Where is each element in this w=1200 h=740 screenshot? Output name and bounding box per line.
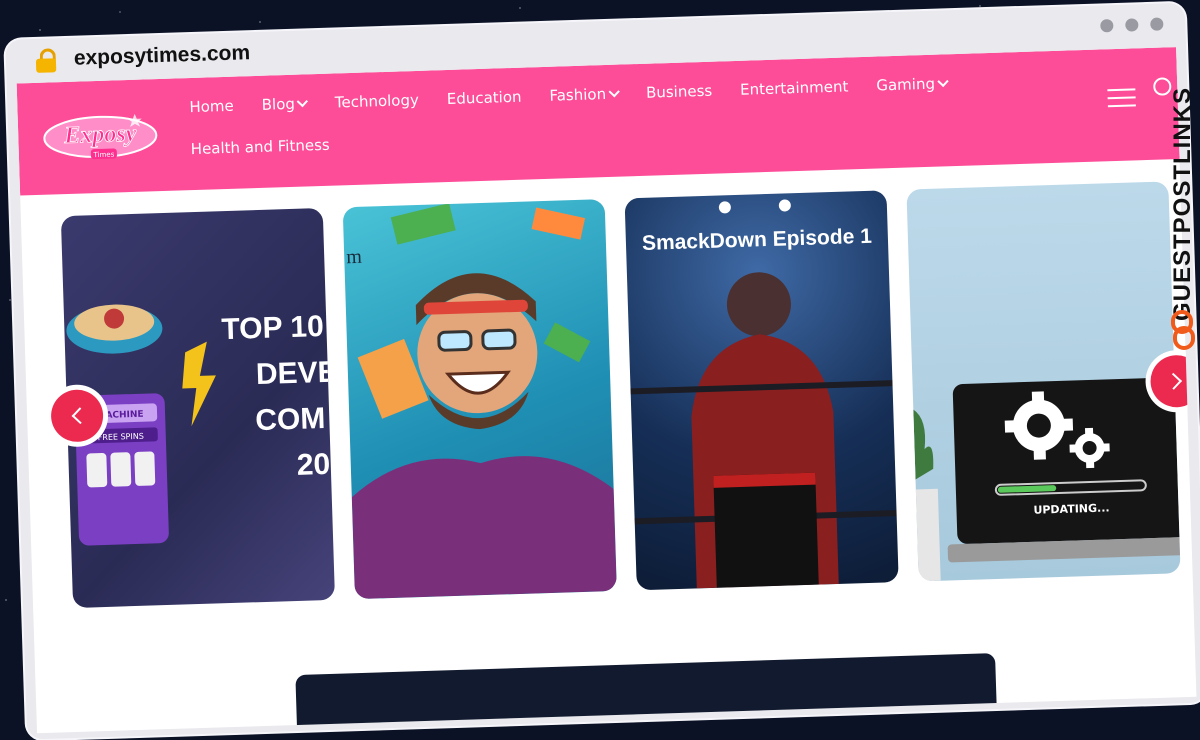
machine-label: MACHINE xyxy=(96,410,143,421)
page-viewport: Exposy Times Home Blog Technology Educat… xyxy=(16,47,1197,734)
window-dot-icon[interactable] xyxy=(1125,18,1139,32)
nav-gaming[interactable]: Gaming xyxy=(876,74,949,95)
machine-sub-label: FREE SPINS xyxy=(98,432,144,442)
nav-technology[interactable]: Technology xyxy=(335,91,420,112)
next-section-preview xyxy=(295,653,997,734)
chevron-down-icon xyxy=(297,95,309,108)
nav-label: Business xyxy=(645,81,713,102)
logo-subtext: Times xyxy=(92,150,114,159)
lock-icon xyxy=(35,48,57,73)
slide-card-updating[interactable]: UPDATING... xyxy=(906,181,1181,582)
chevron-down-icon xyxy=(608,86,620,98)
nav-business[interactable]: Business xyxy=(646,82,713,102)
post-slider: MACHINE FREE SPINS TOP 10 DEVE COM 20 m xyxy=(20,169,1197,625)
nav-blog[interactable]: Blog xyxy=(261,94,309,114)
nav-label: Blog xyxy=(261,94,296,114)
slide-partial-text: m xyxy=(346,246,363,268)
slide-title: SmackDown Episode 1 xyxy=(642,225,873,255)
watermark-text: GUESTPOSTLINKS xyxy=(1169,86,1196,322)
nav-label: Fashion xyxy=(549,85,607,105)
hamburger-icon[interactable] xyxy=(1107,82,1136,113)
window-dot-icon[interactable] xyxy=(1100,19,1114,33)
site-logo[interactable]: Exposy Times xyxy=(40,109,162,165)
nav-entertainment[interactable]: Entertainment xyxy=(740,77,849,98)
nav-label: Health and Fitness xyxy=(190,135,330,159)
chevron-left-icon xyxy=(71,407,89,425)
nav-health-and-fitness[interactable]: Health and Fitness xyxy=(190,136,329,158)
progress-label: UPDATING... xyxy=(1033,501,1110,516)
main-navigation: Home Blog Technology Education Fashion B… xyxy=(189,74,951,158)
nav-education[interactable]: Education xyxy=(447,88,522,108)
chevron-down-icon xyxy=(937,75,949,88)
chevron-right-icon xyxy=(1165,372,1183,390)
nav-home[interactable]: Home xyxy=(189,97,234,116)
window-dot-icon[interactable] xyxy=(1150,17,1164,31)
slide-card-money[interactable]: m xyxy=(342,199,617,600)
slide-title-line: DEVE xyxy=(255,356,335,392)
slide-title-line: 20 xyxy=(296,448,330,482)
browser-window: exposytimes.com Exposy Times Home Blog T xyxy=(5,2,1200,740)
logo-text: Exposy xyxy=(63,121,137,149)
guestpostlinks-watermark: GUESTPOSTLINKS xyxy=(1168,60,1200,360)
nav-label: Entertainment xyxy=(739,77,849,99)
window-controls xyxy=(1100,17,1164,33)
nav-label: Home xyxy=(189,96,235,117)
nav-label: Technology xyxy=(334,90,420,112)
slide-title-line: COM xyxy=(255,402,326,437)
nav-fashion[interactable]: Fashion xyxy=(549,85,620,105)
slide-card-smackdown[interactable]: SmackDown Episode 1 xyxy=(624,190,899,591)
nav-label: Education xyxy=(446,87,522,109)
nav-label: Gaming xyxy=(876,74,936,95)
chain-link-icon xyxy=(1171,310,1195,350)
slide-title-line: TOP 10 xyxy=(221,310,324,346)
url-text[interactable]: exposytimes.com xyxy=(74,41,251,71)
